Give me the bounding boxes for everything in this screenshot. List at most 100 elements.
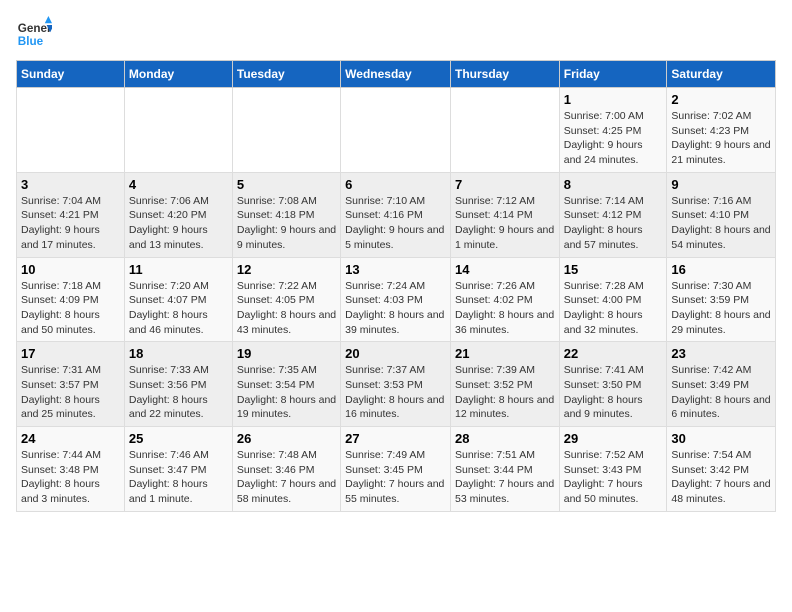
- day-number: 17: [21, 346, 120, 361]
- day-number: 19: [237, 346, 336, 361]
- day-info: Sunrise: 7:42 AM Sunset: 3:49 PM Dayligh…: [671, 363, 771, 422]
- calendar-cell: [124, 88, 232, 173]
- day-info: Sunrise: 7:26 AM Sunset: 4:02 PM Dayligh…: [455, 279, 555, 338]
- calendar-cell: 23 Sunrise: 7:42 AM Sunset: 3:49 PM Dayli…: [667, 342, 776, 427]
- day-info: Sunrise: 7:35 AM Sunset: 3:54 PM Dayligh…: [237, 363, 336, 422]
- col-header-wednesday: Wednesday: [341, 61, 451, 88]
- day-number: 15: [564, 262, 663, 277]
- day-info: Sunrise: 7:14 AM Sunset: 4:12 PM Dayligh…: [564, 194, 663, 253]
- day-info: Sunrise: 7:41 AM Sunset: 3:50 PM Dayligh…: [564, 363, 663, 422]
- calendar-cell: 2Sunrise: 7:02 AM Sunset: 4:23 PM Daylig…: [667, 88, 776, 173]
- day-number: 24: [21, 431, 120, 446]
- day-number: 12: [237, 262, 336, 277]
- day-info: Sunrise: 7:24 AM Sunset: 4:03 PM Dayligh…: [345, 279, 446, 338]
- day-info: Sunrise: 7:10 AM Sunset: 4:16 PM Dayligh…: [345, 194, 446, 253]
- calendar-cell: 27 Sunrise: 7:49 AM Sunset: 3:45 PM Dayli…: [341, 427, 451, 512]
- svg-text:General: General: [18, 22, 52, 35]
- day-info: Sunrise: 7:22 AM Sunset: 4:05 PM Dayligh…: [237, 279, 336, 338]
- day-info: Sunrise: 7:37 AM Sunset: 3:53 PM Dayligh…: [345, 363, 446, 422]
- calendar-cell: 17 Sunrise: 7:31 AM Sunset: 3:57 PM Dayli…: [17, 342, 125, 427]
- day-number: 26: [237, 431, 336, 446]
- calendar-cell: 28 Sunrise: 7:51 AM Sunset: 3:44 PM Dayli…: [450, 427, 559, 512]
- calendar-cell: 20 Sunrise: 7:37 AM Sunset: 3:53 PM Dayli…: [341, 342, 451, 427]
- day-number: 21: [455, 346, 555, 361]
- day-number: 28: [455, 431, 555, 446]
- day-info: Sunrise: 7:51 AM Sunset: 3:44 PM Dayligh…: [455, 448, 555, 507]
- day-number: 7: [455, 177, 555, 192]
- day-info: Sunrise: 7:39 AM Sunset: 3:52 PM Dayligh…: [455, 363, 555, 422]
- page-header: General Blue: [16, 16, 776, 52]
- calendar-cell: 15 Sunrise: 7:28 AM Sunset: 4:00 PM Dayli…: [559, 257, 667, 342]
- calendar-cell: 24 Sunrise: 7:44 AM Sunset: 3:48 PM Dayli…: [17, 427, 125, 512]
- day-number: 2: [671, 92, 771, 107]
- day-number: 9: [671, 177, 771, 192]
- calendar-cell: 3 Sunrise: 7:04 AM Sunset: 4:21 PM Daylig…: [17, 172, 125, 257]
- calendar-cell: 29 Sunrise: 7:52 AM Sunset: 3:43 PM Dayli…: [559, 427, 667, 512]
- day-info: Sunrise: 7:33 AM Sunset: 3:56 PM Dayligh…: [129, 363, 228, 422]
- day-number: 14: [455, 262, 555, 277]
- day-number: 16: [671, 262, 771, 277]
- calendar-cell: [341, 88, 451, 173]
- day-number: 3: [21, 177, 120, 192]
- day-number: 27: [345, 431, 446, 446]
- calendar-cell: 10 Sunrise: 7:18 AM Sunset: 4:09 PM Dayli…: [17, 257, 125, 342]
- day-number: 13: [345, 262, 446, 277]
- day-info: Sunrise: 7:31 AM Sunset: 3:57 PM Dayligh…: [21, 363, 120, 422]
- day-info: Sunrise: 7:49 AM Sunset: 3:45 PM Dayligh…: [345, 448, 446, 507]
- calendar-cell: 26 Sunrise: 7:48 AM Sunset: 3:46 PM Dayli…: [232, 427, 340, 512]
- day-number: 4: [129, 177, 228, 192]
- col-header-thursday: Thursday: [450, 61, 559, 88]
- calendar-cell: 5 Sunrise: 7:08 AM Sunset: 4:18 PM Daylig…: [232, 172, 340, 257]
- day-info: Sunrise: 7:44 AM Sunset: 3:48 PM Dayligh…: [21, 448, 120, 507]
- calendar-cell: 18Sunrise: 7:33 AM Sunset: 3:56 PM Dayli…: [124, 342, 232, 427]
- day-number: 20: [345, 346, 446, 361]
- svg-text:Blue: Blue: [18, 35, 44, 48]
- day-info: Sunrise: 7:18 AM Sunset: 4:09 PM Dayligh…: [21, 279, 120, 338]
- calendar-cell: 30 Sunrise: 7:54 AM Sunset: 3:42 PM Dayli…: [667, 427, 776, 512]
- col-header-sunday: Sunday: [17, 61, 125, 88]
- calendar-cell: 21 Sunrise: 7:39 AM Sunset: 3:52 PM Dayli…: [450, 342, 559, 427]
- day-number: 25: [129, 431, 228, 446]
- calendar-cell: 8 Sunrise: 7:14 AM Sunset: 4:12 PM Daylig…: [559, 172, 667, 257]
- day-info: Sunrise: 7:48 AM Sunset: 3:46 PM Dayligh…: [237, 448, 336, 507]
- day-info: Sunrise: 7:08 AM Sunset: 4:18 PM Dayligh…: [237, 194, 336, 253]
- calendar-cell: 25 Sunrise: 7:46 AM Sunset: 3:47 PM Dayli…: [124, 427, 232, 512]
- calendar-cell: 4 Sunrise: 7:06 AM Sunset: 4:20 PM Daylig…: [124, 172, 232, 257]
- day-info: Sunrise: 7:20 AM Sunset: 4:07 PM Dayligh…: [129, 279, 228, 338]
- day-number: 30: [671, 431, 771, 446]
- calendar-cell: [450, 88, 559, 173]
- calendar-cell: 22Sunrise: 7:41 AM Sunset: 3:50 PM Dayli…: [559, 342, 667, 427]
- day-info: Sunrise: 7:00 AM Sunset: 4:25 PM Dayligh…: [564, 109, 663, 168]
- day-info: Sunrise: 7:04 AM Sunset: 4:21 PM Dayligh…: [21, 194, 120, 253]
- calendar-cell: [232, 88, 340, 173]
- day-number: 8: [564, 177, 663, 192]
- day-number: 10: [21, 262, 120, 277]
- calendar-cell: [17, 88, 125, 173]
- day-info: Sunrise: 7:46 AM Sunset: 3:47 PM Dayligh…: [129, 448, 228, 507]
- day-info: Sunrise: 7:54 AM Sunset: 3:42 PM Dayligh…: [671, 448, 771, 507]
- calendar-cell: 6Sunrise: 7:10 AM Sunset: 4:16 PM Daylig…: [341, 172, 451, 257]
- day-number: 23: [671, 346, 771, 361]
- col-header-friday: Friday: [559, 61, 667, 88]
- day-number: 1: [564, 92, 663, 107]
- day-number: 11: [129, 262, 228, 277]
- calendar-cell: 19 Sunrise: 7:35 AM Sunset: 3:54 PM Dayli…: [232, 342, 340, 427]
- day-number: 29: [564, 431, 663, 446]
- calendar-cell: 11 Sunrise: 7:20 AM Sunset: 4:07 PM Dayli…: [124, 257, 232, 342]
- calendar-cell: 12 Sunrise: 7:22 AM Sunset: 4:05 PM Dayli…: [232, 257, 340, 342]
- day-info: Sunrise: 7:28 AM Sunset: 4:00 PM Dayligh…: [564, 279, 663, 338]
- calendar-cell: 7 Sunrise: 7:12 AM Sunset: 4:14 PM Daylig…: [450, 172, 559, 257]
- day-info: Sunrise: 7:12 AM Sunset: 4:14 PM Dayligh…: [455, 194, 555, 253]
- calendar-cell: 1 Sunrise: 7:00 AM Sunset: 4:25 PM Daylig…: [559, 88, 667, 173]
- calendar-table: SundayMondayTuesdayWednesdayThursdayFrid…: [16, 60, 776, 512]
- col-header-monday: Monday: [124, 61, 232, 88]
- day-info: Sunrise: 7:06 AM Sunset: 4:20 PM Dayligh…: [129, 194, 228, 253]
- calendar-cell: 14 Sunrise: 7:26 AM Sunset: 4:02 PM Dayli…: [450, 257, 559, 342]
- col-header-saturday: Saturday: [667, 61, 776, 88]
- calendar-cell: 16Sunrise: 7:30 AM Sunset: 3:59 PM Dayli…: [667, 257, 776, 342]
- calendar-cell: 13 Sunrise: 7:24 AM Sunset: 4:03 PM Dayli…: [341, 257, 451, 342]
- calendar-cell: 9Sunrise: 7:16 AM Sunset: 4:10 PM Daylig…: [667, 172, 776, 257]
- logo-icon: General Blue: [16, 16, 52, 52]
- day-number: 5: [237, 177, 336, 192]
- day-info: Sunrise: 7:52 AM Sunset: 3:43 PM Dayligh…: [564, 448, 663, 507]
